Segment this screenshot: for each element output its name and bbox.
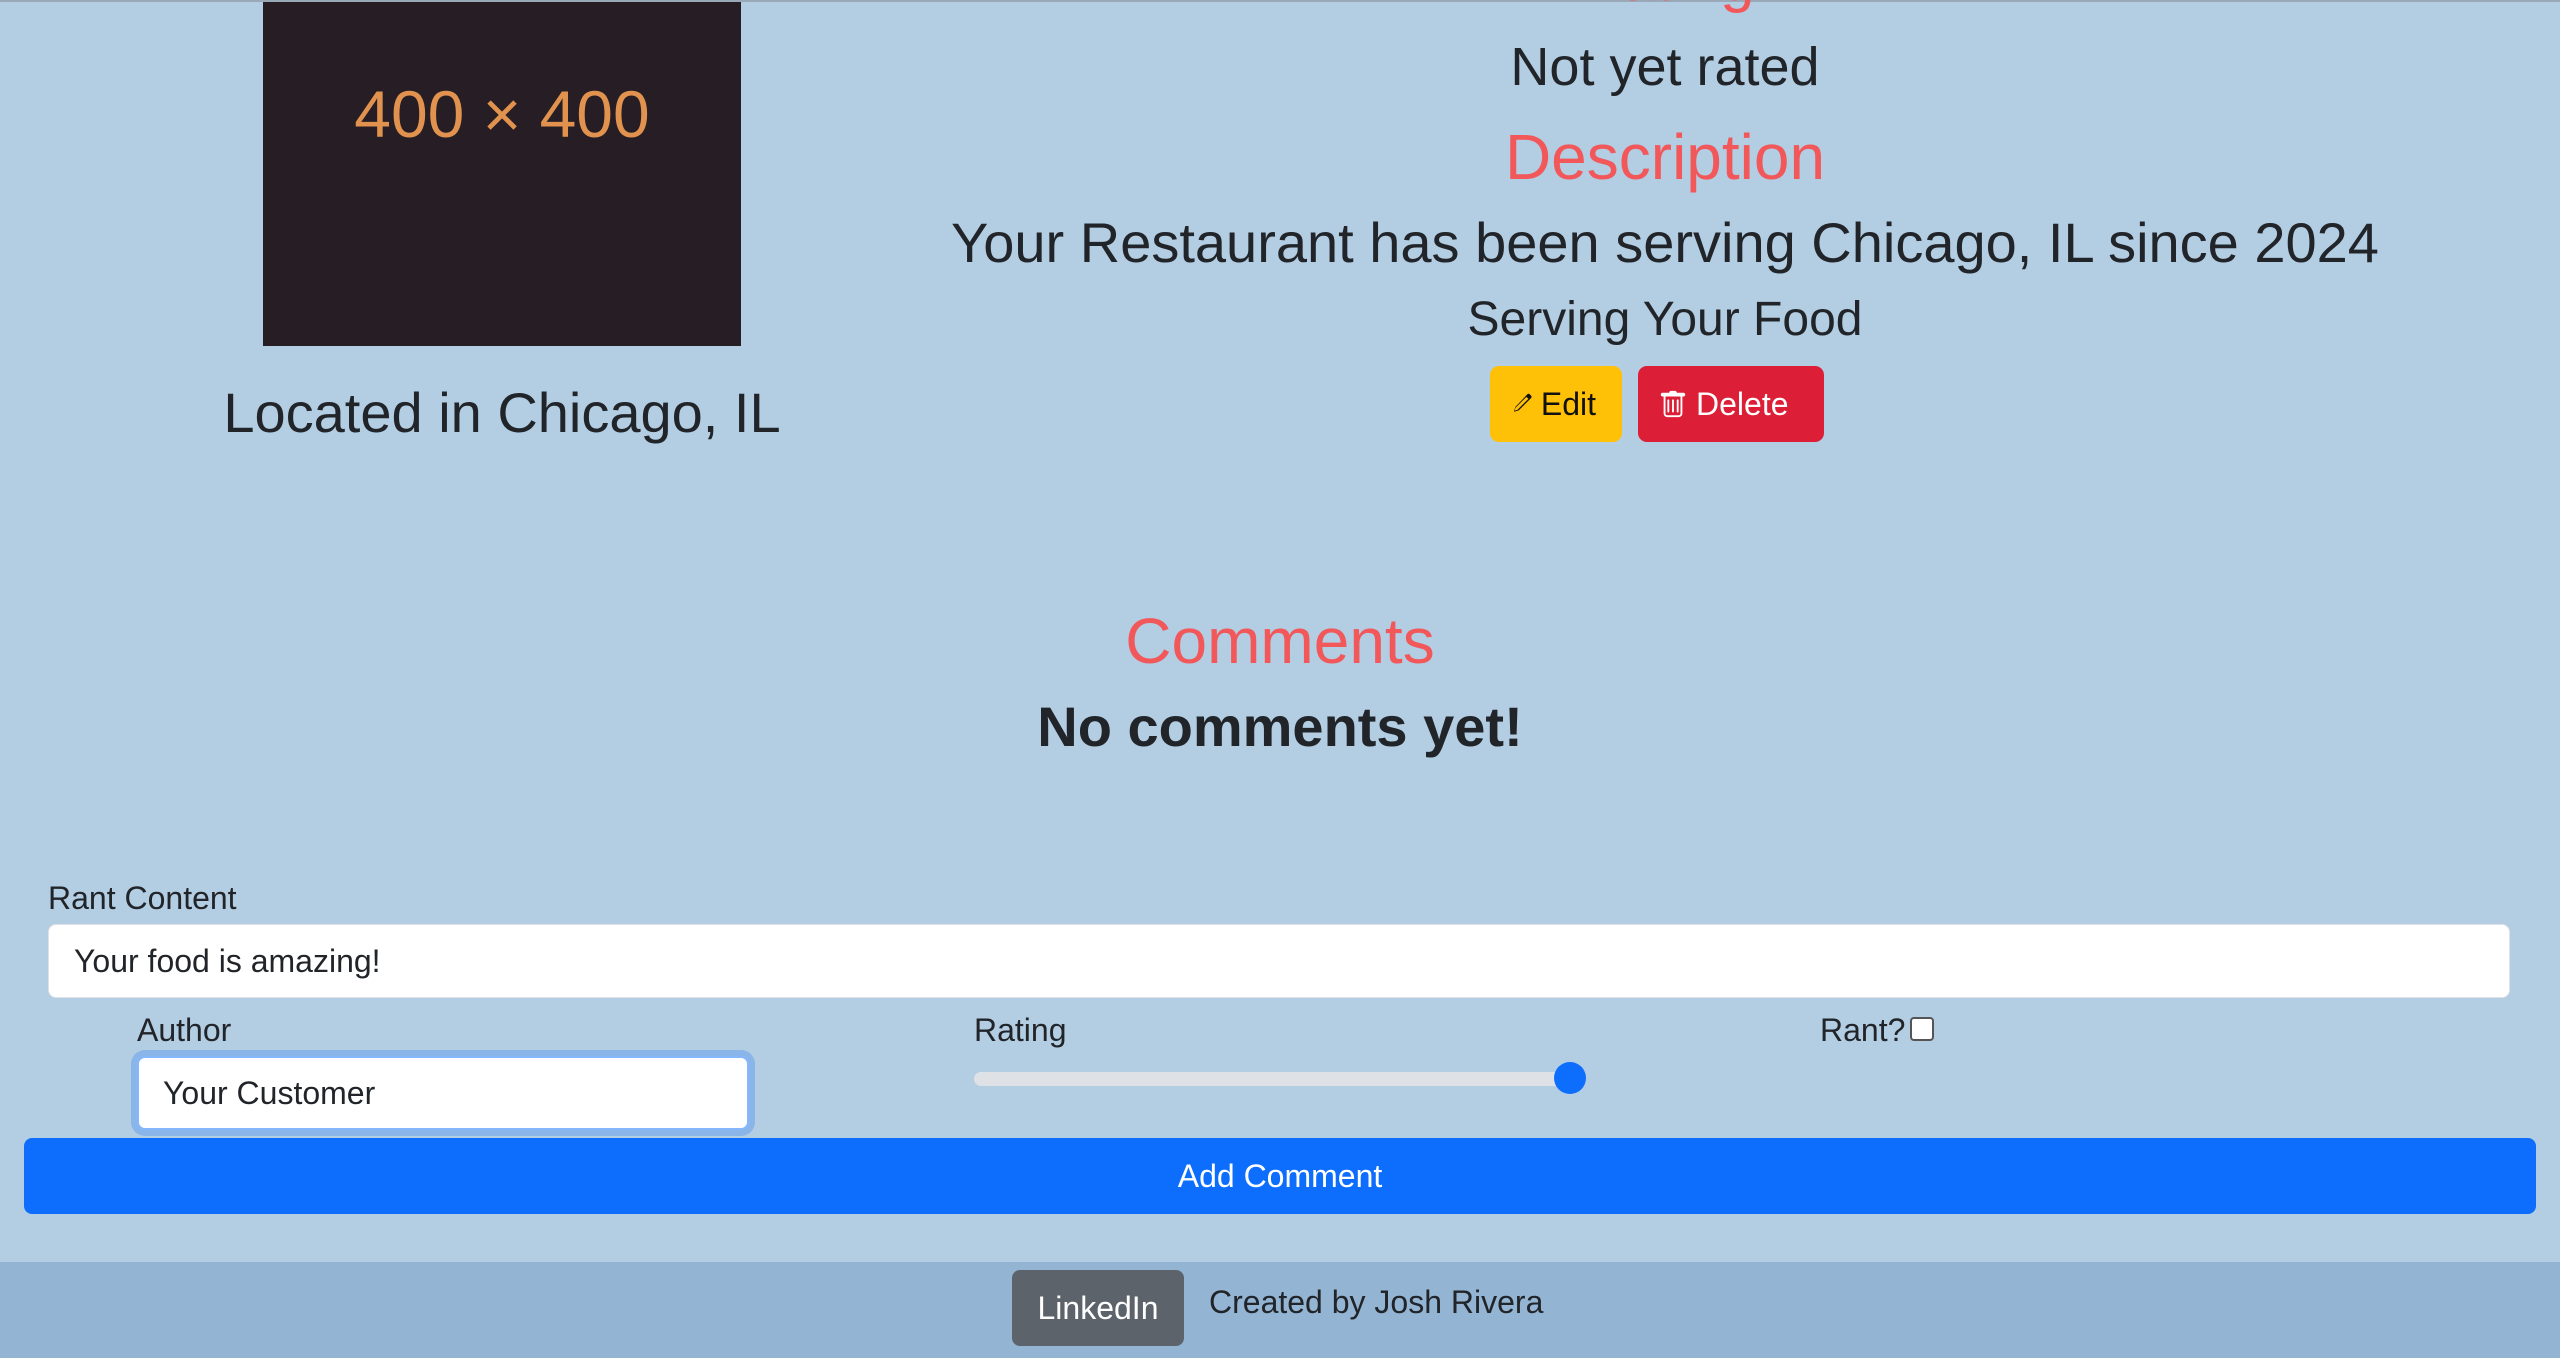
image-placeholder-text: 400 × 400 bbox=[354, 77, 650, 151]
rating-value: Not yet rated bbox=[1510, 37, 1820, 97]
rant-content-label: Rant Content bbox=[48, 880, 237, 916]
rating-slider[interactable] bbox=[974, 1072, 1570, 1086]
action-buttons: Edit Delete bbox=[1490, 366, 1824, 442]
restaurant-image: 400 × 400 bbox=[263, 2, 741, 346]
rant-content-input[interactable] bbox=[48, 924, 2510, 998]
description-heading: Description bbox=[1504, 121, 1826, 193]
author-label: Author bbox=[137, 1012, 232, 1048]
rating-label: Rating bbox=[974, 1012, 1067, 1048]
rant-checkbox[interactable] bbox=[1910, 1017, 1934, 1041]
rant-checkbox-label: Rant? bbox=[1820, 1012, 1906, 1048]
edit-button-label: Edit bbox=[1540, 385, 1596, 422]
comments-heading: Comments bbox=[1125, 605, 1435, 677]
delete-button[interactable]: Delete bbox=[1638, 366, 1824, 442]
location-text: Located in Chicago, IL bbox=[223, 381, 781, 444]
edit-button[interactable]: Edit bbox=[1490, 366, 1622, 442]
description-text: Your Restaurant has been serving Chicago… bbox=[951, 211, 2379, 274]
delete-button-label: Delete bbox=[1696, 385, 1789, 422]
add-comment-button[interactable]: Add Comment bbox=[24, 1138, 2536, 1214]
no-comments-text: No comments yet! bbox=[1037, 695, 1523, 758]
rating-heading: Rating bbox=[1500, 0, 1830, 14]
footer-credit: Created by Josh Rivera bbox=[1209, 1284, 1544, 1320]
trash-icon bbox=[1660, 390, 1686, 418]
rating-slider-thumb[interactable] bbox=[1554, 1062, 1586, 1094]
linkedin-button[interactable]: LinkedIn bbox=[1012, 1270, 1184, 1346]
author-input[interactable] bbox=[137, 1056, 749, 1130]
serving-text: Serving Your Food bbox=[1467, 293, 1863, 346]
pencil-icon bbox=[1514, 393, 1532, 412]
